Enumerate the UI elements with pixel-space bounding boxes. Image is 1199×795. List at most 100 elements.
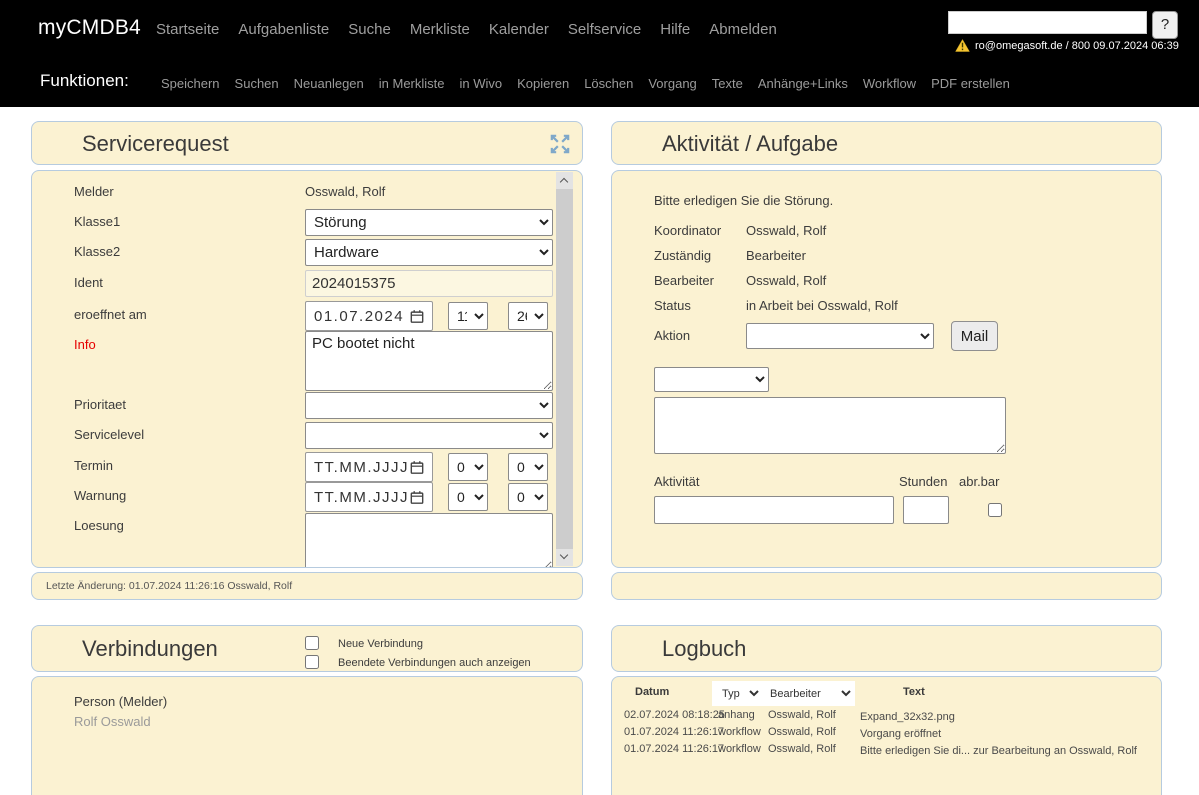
beendete-verbindungen-checkbox[interactable] — [305, 655, 319, 669]
eroeffnet-date-value: 01.07.2024 — [314, 307, 405, 325]
termin-date-input[interactable]: TT.MM.JJJJ — [305, 452, 433, 482]
stunden-input[interactable] — [903, 496, 949, 524]
termin-date-value: TT.MM.JJJJ — [314, 458, 409, 476]
nav-item-startseite[interactable]: Startseite — [156, 21, 219, 38]
servicerequest-panel-header: Servicerequest — [31, 121, 583, 165]
nav-item-suche[interactable]: Suche — [348, 21, 391, 38]
neue-verbindung-label: Neue Verbindung — [338, 638, 424, 650]
aktion-select[interactable] — [746, 323, 934, 349]
nav-item-aufgabenliste[interactable]: Aufgabenliste — [238, 21, 329, 38]
logbuch-col-datum: Datum — [635, 686, 670, 698]
eroeffnet-minute-select[interactable]: 26 — [508, 302, 548, 330]
aktivitaet-input[interactable] — [654, 496, 894, 524]
session-line: ro@omegasoft.de / 800 09.07.2024 06:39 — [955, 39, 1179, 52]
function-neuanlegen[interactable]: Neuanlegen — [294, 76, 364, 91]
vertical-scrollbar[interactable] — [556, 172, 573, 566]
activity-textarea[interactable] — [654, 397, 1006, 454]
servicerequest-panel-body: Melder Osswald, Rolf Klasse1 Störung Kla… — [31, 170, 583, 568]
nav-item-hilfe[interactable]: Hilfe — [660, 21, 690, 38]
log-bearbeiter: Osswald, Rolf — [768, 726, 836, 738]
functions-label: Funktionen: — [40, 71, 129, 90]
bearbeiter-label: Bearbeiter — [654, 273, 714, 288]
scroll-up-button[interactable] — [556, 172, 573, 189]
log-datum: 01.07.2024 11:26:17 — [624, 743, 725, 755]
function-suchen[interactable]: Suchen — [235, 76, 279, 91]
scrollbar-thumb[interactable] — [556, 189, 573, 549]
function-anhaenge-links[interactable]: Anhänge+Links — [758, 76, 848, 91]
log-text: Expand_32x32.png — [860, 711, 955, 723]
expand-icon[interactable] — [548, 132, 572, 156]
ident-input[interactable] — [305, 270, 553, 297]
logbuch-title: Logbuch — [662, 636, 747, 661]
nav-item-merkliste[interactable]: Merkliste — [410, 21, 470, 38]
termin-minute-select[interactable]: 0 — [508, 453, 548, 481]
neue-verbindung-checkbox[interactable] — [305, 636, 319, 650]
calendar-icon[interactable] — [410, 490, 424, 505]
warnung-date-input[interactable]: TT.MM.JJJJ — [305, 482, 433, 512]
eroeffnet-date-input[interactable]: 01.07.2024 — [305, 301, 433, 331]
abrbar-label: abr.bar — [959, 474, 1000, 489]
nav-item-abmelden[interactable]: Abmelden — [709, 21, 777, 38]
function-kopieren[interactable]: Kopieren — [517, 76, 569, 91]
servicerequest-title: Servicerequest — [82, 131, 229, 156]
aktivitaet-label: Aktivität — [654, 474, 700, 489]
log-typ: workflow — [718, 726, 761, 738]
app-header: myCMDB4 Startseite Aufgabenliste Suche M… — [0, 0, 1199, 107]
mycmdb4-app: myCMDB4 Startseite Aufgabenliste Suche M… — [0, 0, 1199, 795]
scroll-down-button[interactable] — [556, 549, 573, 566]
calendar-icon[interactable] — [410, 460, 424, 475]
klasse2-select[interactable]: Hardware — [305, 239, 553, 266]
task-instruction: Bitte erledigen Sie die Störung. — [654, 193, 834, 208]
function-speichern[interactable]: Speichern — [161, 76, 220, 91]
aktivitaet-title: Aktivität / Aufgabe — [662, 131, 839, 156]
status-label: Status — [654, 298, 691, 313]
log-bearbeiter: Osswald, Rolf — [768, 709, 836, 721]
prioritaet-select[interactable] — [305, 392, 553, 419]
melder-label: Melder — [74, 184, 114, 199]
termin-hour-select[interactable]: 0 — [448, 453, 488, 481]
log-datum: 02.07.2024 08:18:25 — [624, 709, 725, 721]
logbuch-bearbeiter-filter[interactable]: Bearbeiter — [762, 682, 854, 705]
status-value: in Arbeit bei Osswald, Rolf — [746, 298, 898, 313]
termin-label: Termin — [74, 458, 114, 473]
abrbar-checkbox[interactable] — [988, 503, 1002, 517]
klasse1-label: Klasse1 — [74, 214, 121, 229]
function-workflow[interactable]: Workflow — [863, 76, 916, 91]
aktivitaet-panel-body: Bitte erledigen Sie die Störung. Koordin… — [611, 170, 1162, 568]
calendar-icon[interactable] — [410, 309, 424, 324]
klasse1-select[interactable]: Störung — [305, 209, 553, 236]
eroeffnet-hour-select[interactable]: 11 — [448, 302, 488, 330]
warnung-hour-select[interactable]: 0 — [448, 483, 488, 511]
help-button[interactable]: ? — [1152, 11, 1178, 39]
chevron-down-icon — [559, 550, 569, 560]
beendete-verbindungen-label: Beendete Verbindungen auch anzeigen — [338, 657, 531, 669]
log-text: Bitte erledigen Sie di... zur Bearbeitun… — [860, 745, 1137, 757]
nav-item-selfservice[interactable]: Selfservice — [568, 21, 641, 38]
info-textarea[interactable]: PC bootet nicht — [305, 331, 553, 391]
function-in-merkliste[interactable]: in Merkliste — [379, 76, 445, 91]
app-logo[interactable]: myCMDB4 — [38, 16, 141, 40]
koordinator-value: Osswald, Rolf — [746, 223, 827, 238]
connection-type: Person (Melder) — [74, 694, 168, 709]
verbindungen-panel-body: Person (Melder) Rolf Osswald — [31, 676, 583, 795]
search-input[interactable] — [948, 11, 1147, 34]
connection-person-link[interactable]: Rolf Osswald — [74, 714, 151, 729]
zustaendig-value: Bearbeiter — [746, 248, 806, 263]
servicelevel-label: Servicelevel — [74, 427, 145, 442]
activity-type-select[interactable] — [654, 367, 769, 392]
function-in-wivo[interactable]: in Wivo — [460, 76, 503, 91]
function-loeschen[interactable]: Löschen — [584, 76, 633, 91]
loesung-textarea[interactable] — [305, 513, 553, 567]
log-typ: workflow — [718, 743, 761, 755]
function-pdf-erstellen[interactable]: PDF erstellen — [931, 76, 1010, 91]
function-vorgang[interactable]: Vorgang — [648, 76, 696, 91]
functions-nav: Speichern Suchen Neuanlegen in Merkliste… — [161, 76, 1010, 91]
warnung-minute-select[interactable]: 0 — [508, 483, 548, 511]
nav-item-kalender[interactable]: Kalender — [489, 21, 549, 38]
servicelevel-select[interactable] — [305, 422, 553, 449]
mail-button[interactable]: Mail — [951, 321, 998, 351]
logbuch-typ-filter[interactable]: Typ — [714, 682, 762, 705]
logbuch-panel-header: Logbuch — [611, 625, 1162, 672]
log-typ: anhang — [718, 709, 755, 721]
function-texte[interactable]: Texte — [712, 76, 743, 91]
